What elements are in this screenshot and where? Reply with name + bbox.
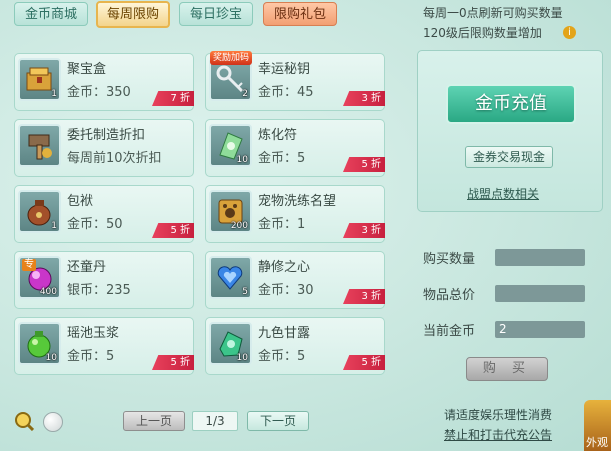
toggle-dot-icon[interactable]	[43, 412, 63, 432]
item-count: 5	[242, 287, 248, 297]
current-gold-field: 2	[495, 321, 585, 338]
item-name: 九色甘露	[258, 326, 311, 341]
item-count: 400	[39, 287, 57, 297]
item-count: 1	[51, 89, 57, 99]
bonus-badge: 奖励加码	[210, 51, 253, 65]
item-price: 每周前10次折扣	[67, 151, 162, 166]
item-price: 金币：350	[67, 85, 131, 100]
item-count: 2	[242, 89, 248, 99]
shop-item[interactable]: 专 400 还童丹 银币：235	[14, 251, 194, 309]
shop-item[interactable]: 1 聚宝盒 金币：350 7 折	[14, 53, 194, 111]
item-name: 静修之心	[258, 260, 311, 275]
item-slot	[18, 124, 61, 167]
item-name: 炼化符	[258, 128, 298, 143]
shop-item[interactable]: 10 瑶池玉浆 金币：5 5 折	[14, 317, 194, 375]
shop-item[interactable]: 委托制造折扣 每周前10次折扣	[14, 119, 194, 177]
info-icon[interactable]: i	[563, 26, 576, 39]
item-name: 聚宝盒	[67, 62, 107, 77]
item-name: 委托制造折扣	[67, 128, 146, 143]
shop-item[interactable]: 1 包袱 金币：50 5 折	[14, 185, 194, 243]
discount-tag: 5 折	[152, 223, 194, 238]
discount-tag: 3 折	[343, 91, 385, 106]
tab-weekly-limited[interactable]: 每周限购	[96, 1, 170, 28]
item-count: 10	[236, 353, 248, 363]
exclusive-badge: 专	[22, 259, 36, 271]
refresh-note: 每周一0点刷新可购买数量	[423, 6, 563, 20]
shop-item[interactable]: 10 炼化符 金币：5 5 折	[205, 119, 385, 177]
item-name: 还童丹	[67, 260, 107, 275]
item-name: 幸运秘钥	[258, 62, 311, 77]
item-price: 金币：5	[67, 349, 115, 364]
item-slot: 10	[18, 322, 61, 365]
item-name: 包袱	[67, 194, 94, 209]
item-count: 200	[230, 221, 248, 231]
quantity-field[interactable]	[495, 249, 585, 266]
magnifier-icon[interactable]	[14, 411, 35, 432]
hammer-icon	[28, 134, 52, 160]
item-price: 金币：30	[258, 283, 314, 298]
discount-tag: 5 折	[152, 355, 194, 370]
item-slot: 200	[209, 190, 252, 233]
tab-limited-pack[interactable]: 限购礼包	[263, 2, 337, 26]
item-slot: 10	[209, 124, 252, 167]
item-count: 10	[236, 155, 248, 165]
item-slot: 专 400	[18, 256, 61, 299]
item-price: 金币：50	[67, 217, 123, 232]
moderate-play-notice: 请适度娱乐理性消费	[444, 408, 553, 422]
level-note: 120级后限购数量增加	[423, 26, 542, 40]
item-count: 10	[45, 353, 57, 363]
buy-button[interactable]: 购 买	[466, 357, 548, 381]
discount-tag: 5 折	[343, 157, 385, 172]
shop-item[interactable]: 5 静修之心 金币：30 3 折	[205, 251, 385, 309]
quantity-label: 购买数量	[423, 252, 476, 267]
item-slot: 10	[209, 322, 252, 365]
item-price: 银币：235	[67, 283, 131, 298]
total-price-field	[495, 285, 585, 302]
shop-item[interactable]: 10 九色甘露 金币：5 5 折	[205, 317, 385, 375]
discount-tag: 5 折	[343, 355, 385, 370]
ticket-exchange-button[interactable]: 金券交易现金	[465, 146, 553, 168]
tab-gold-mall[interactable]: 金币商城	[14, 2, 88, 26]
item-price: 金币：1	[258, 217, 306, 232]
discount-tag: 7 折	[152, 91, 194, 106]
shop-item[interactable]: 200 宠物洗练名望 金币：1 3 折	[205, 185, 385, 243]
discount-tag: 3 折	[343, 289, 385, 304]
item-name: 瑶池玉浆	[67, 326, 120, 341]
anti-proxy-notice-link[interactable]: 禁止和打击代充公告	[444, 426, 552, 443]
discount-tag: 3 折	[343, 223, 385, 238]
total-price-label: 物品总价	[423, 288, 476, 303]
appearance-label: 外观	[586, 436, 608, 449]
item-slot: 1	[18, 190, 61, 233]
shop-item[interactable]: 2 奖励加码 幸运秘钥 金币：45 3 折	[205, 51, 385, 111]
appearance-corner-badge[interactable]: 外观	[584, 400, 611, 451]
item-slot: 1	[18, 58, 61, 101]
item-price: 金币：5	[258, 349, 306, 364]
gold-recharge-button[interactable]: 金币充值	[446, 84, 576, 124]
item-price: 金币：5	[258, 151, 306, 166]
item-slot: 5	[209, 256, 252, 299]
item-name: 宠物洗练名望	[258, 194, 337, 209]
current-gold-label: 当前金币	[423, 324, 476, 339]
next-page-button[interactable]: 下一页	[247, 411, 309, 431]
tab-daily-treasure[interactable]: 每日珍宝	[179, 2, 253, 26]
alliance-points-link[interactable]: 战盟点数相关	[467, 185, 539, 202]
page-indicator: 1/3	[192, 411, 238, 431]
prev-page-button[interactable]: 上一页	[123, 411, 185, 431]
item-price: 金币：45	[258, 85, 314, 100]
item-count: 1	[51, 221, 57, 231]
